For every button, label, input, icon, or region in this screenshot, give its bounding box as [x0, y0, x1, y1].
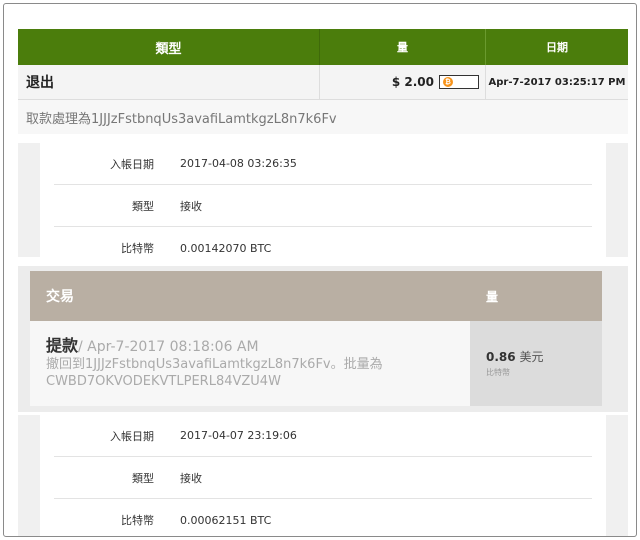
detail-panel-2-inner: 入帳日期 2017-04-07 23:19:06 類型 接收 比特幣 0.000…	[40, 415, 606, 536]
table-row: 退出 $ 2.00 ₿ Apr-7-2017 03:25:17 PM	[18, 65, 628, 100]
transaction-description: 提款/ Apr-7-2017 08:18:06 AM 撤回到1JJJzFstbn…	[30, 321, 470, 406]
detail-panel-2: 入帳日期 2017-04-07 23:19:06 類型 接收 比特幣 0.000…	[18, 415, 628, 536]
detail-label: 類型	[132, 199, 154, 213]
amount-number: 0.86	[486, 350, 516, 364]
transaction-amount: 0.86 美元 比特幣	[470, 321, 602, 406]
transaction-kind: 提款	[46, 336, 79, 355]
transaction-datetime: / Apr-7-2017 08:18:06 AM	[78, 339, 259, 355]
detail-label: 入帳日期	[110, 157, 154, 171]
detail-row: 比特幣 0.00062151 BTC	[54, 499, 592, 536]
detail-label: 入帳日期	[110, 429, 154, 443]
detail-row: 類型 接收	[54, 185, 592, 227]
detail-row: 入帳日期 2017-04-07 23:19:06	[54, 415, 592, 457]
transaction-description-line1: 撤回到1JJJzFstbnqUs3avafiLamtkgzL8n7k6Fv。批量…	[46, 357, 383, 372]
amount-unit: 比特幣	[486, 368, 510, 377]
amount-currency: 美元	[519, 350, 544, 364]
header-amount: 量	[486, 289, 499, 304]
header-date: 日期	[485, 29, 628, 65]
withdrawal-note: 取款處理為1JJJzFstbnqUs3avafiLamtkgzL8n7k6Fv	[18, 100, 628, 134]
row-date: Apr-7-2017 03:25:17 PM	[485, 65, 628, 99]
detail-label: 比特幣	[121, 514, 154, 527]
detail-panel-1: 入帳日期 2017-04-08 03:26:35 類型 接收 比特幣 0.001…	[18, 143, 628, 257]
detail-value: 0.00062151 BTC	[180, 513, 272, 527]
detail-value: 接收	[180, 471, 202, 485]
transaction-card-body: 提款/ Apr-7-2017 08:18:06 AM 撤回到1JJJzFstbn…	[30, 321, 602, 406]
detail-row: 類型 接收	[54, 457, 592, 499]
detail-row: 比特幣 0.00142070 BTC	[54, 227, 592, 269]
row-amount-value: $ 2.00	[391, 75, 434, 89]
header-transaction: 交易	[46, 289, 74, 305]
transaction-amount-value: 0.86 美元	[486, 348, 602, 365]
currency-selector[interactable]: ₿	[439, 75, 479, 89]
row-amount: $ 2.00 ₿	[319, 65, 485, 99]
header-type: 類型	[155, 41, 182, 57]
detail-panel-1-inner: 入帳日期 2017-04-08 03:26:35 類型 接收 比特幣 0.001…	[40, 143, 606, 257]
detail-value: 2017-04-07 23:19:06	[180, 429, 297, 442]
detail-label: 比特幣	[121, 242, 154, 255]
header-amount: 量	[319, 29, 485, 65]
bitcoin-icon: ₿	[443, 77, 453, 87]
withdrawal-table: 類型 量 日期 退出 $ 2.00 ₿ Apr-7-2017 03:25:17 …	[18, 29, 628, 134]
detail-value: 2017-04-08 03:26:35	[180, 157, 297, 170]
detail-value: 接收	[180, 199, 202, 213]
transaction-card: 交易 量 提款/ Apr-7-2017 08:18:06 AM 撤回到1JJJz…	[18, 266, 628, 412]
detail-value: 0.00142070 BTC	[180, 241, 272, 255]
transaction-description-line2: CWBD7OKVODEKVTLPERL84VZU4W	[46, 374, 281, 389]
detail-row: 入帳日期 2017-04-08 03:26:35	[54, 143, 592, 185]
withdrawal-table-header: 類型 量 日期	[18, 29, 628, 65]
screenshot-frame: 類型 量 日期 退出 $ 2.00 ₿ Apr-7-2017 03:25:17 …	[3, 3, 637, 537]
detail-label: 類型	[132, 471, 154, 485]
transaction-card-header: 交易 量	[30, 271, 602, 321]
row-type: 退出	[26, 75, 54, 91]
